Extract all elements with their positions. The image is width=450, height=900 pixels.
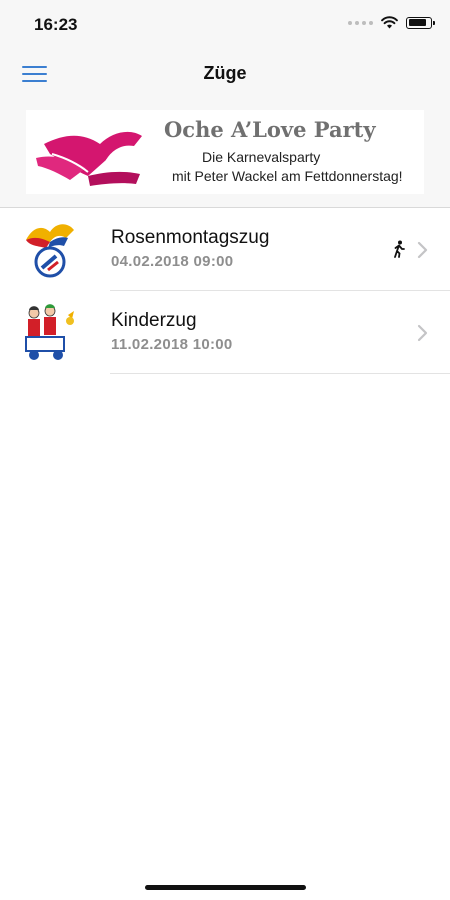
chevron-right-icon [417, 241, 428, 259]
jester-cap-logo-icon [36, 131, 142, 186]
page-title: Züge [203, 63, 247, 83]
party-banner[interactable]: Oche A’Love Party Die Karnevalsparty mit… [26, 110, 424, 194]
status-icons [348, 16, 435, 29]
walking-person-icon [394, 240, 405, 258]
train-name: Kinderzug [111, 310, 197, 331]
header-area: 16:23 Züge Oche A’Love Party Die Karneva… [0, 0, 450, 208]
children-carnival-icon [25, 304, 74, 360]
row-divider [110, 373, 450, 374]
train-datetime: 04.02.2018 09:00 [111, 253, 234, 270]
wifi-icon [381, 16, 398, 29]
banner-description: mit Peter Wackel am Fettdonnerstag! [172, 168, 403, 184]
list-item-kinderzug[interactable]: Kinderzug 11.02.2018 10:00 [0, 291, 450, 374]
banner-subtitle: Die Karnevalsparty [202, 149, 321, 165]
battery-icon [406, 16, 435, 29]
train-list: Rosenmontagszug 04.02.2018 09:00 Kinderz… [0, 208, 450, 374]
train-name: Rosenmontagszug [111, 227, 270, 248]
home-indicator[interactable] [145, 885, 306, 890]
navigation-bar: Züge [0, 50, 450, 96]
status-time: 16:23 [34, 15, 78, 34]
status-bar: 16:23 [0, 0, 450, 50]
train-datetime: 11.02.2018 10:00 [111, 336, 233, 353]
jester-cap-emblem-icon [26, 224, 74, 278]
cellular-signal-icon [348, 20, 373, 25]
list-item-rosenmontagszug[interactable]: Rosenmontagszug 04.02.2018 09:00 [0, 208, 450, 291]
chevron-right-icon [417, 324, 428, 342]
banner-title: Oche A’Love Party [164, 117, 376, 142]
